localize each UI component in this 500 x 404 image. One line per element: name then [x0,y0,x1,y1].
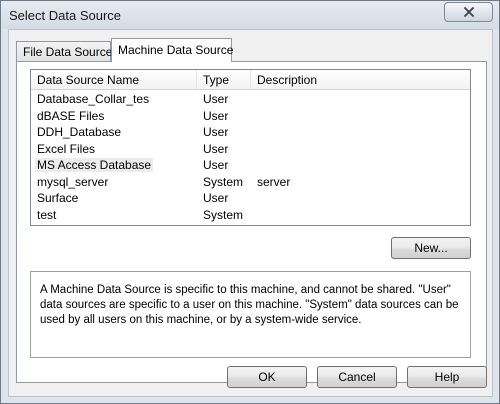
data-source-type: User [203,158,229,172]
list-item-selected[interactable]: MS Access Database User [31,157,470,174]
data-source-type: User [203,108,229,123]
dialog-window: Select Data Source File Data Source Mach… [0,0,500,404]
list-item[interactable]: test System [31,207,470,224]
description-text: A Machine Data Source is specific to thi… [40,284,459,326]
list-item[interactable]: DDH_Database User [31,124,470,141]
data-source-type: User [203,141,229,156]
data-source-description: server [257,174,291,189]
data-source-name: Excel Files [37,141,96,156]
list-item[interactable]: Surface User [31,190,470,207]
list-body: Database_Collar_tes User dBASE Files Use… [31,91,470,223]
data-source-type: User [203,125,229,139]
data-source-type: System [203,174,244,189]
help-button[interactable]: Help [407,366,487,388]
data-source-list[interactable]: Data Source Name Type Description Databa… [30,69,471,226]
list-item[interactable]: Database_Collar_tes User [31,91,470,108]
window-title: Select Data Source [9,8,122,23]
tab-machine-data-source[interactable]: Machine Data Source [111,38,233,62]
data-source-name: test [37,207,57,222]
data-source-name: dBASE Files [37,108,105,123]
data-source-type: System [203,207,244,222]
data-source-name: Database_Collar_tes [37,92,150,106]
list-item[interactable]: dBASE Files User [31,108,470,125]
new-button[interactable]: New... [391,237,471,259]
column-header-description[interactable]: Description [251,70,470,89]
title-bar[interactable]: Select Data Source [1,1,499,29]
data-source-type: User [203,191,229,205]
cancel-button[interactable]: Cancel [317,366,397,388]
data-source-name: MS Access Database [35,158,154,172]
list-item[interactable]: mysql_server System server [31,174,470,191]
ok-button[interactable]: OK [227,366,307,388]
column-header-type[interactable]: Type [197,70,251,89]
data-source-type: User [203,92,229,106]
column-header-name[interactable]: Data Source Name [31,70,197,89]
dialog-client-area: File Data Source Machine Data Source Dat… [8,29,493,397]
data-source-name: DDH_Database [37,125,122,139]
description-box: A Machine Data Source is specific to thi… [30,271,471,358]
list-item[interactable]: Excel Files User [31,141,470,158]
data-source-name: Surface [37,191,79,205]
close-button[interactable] [444,2,493,22]
machine-data-source-panel: Data Source Name Type Description Databa… [16,61,487,383]
list-header: Data Source Name Type Description [31,70,470,90]
tab-file-data-source[interactable]: File Data Source [16,41,112,61]
data-source-name: mysql_server [37,174,109,189]
close-icon [463,7,474,17]
